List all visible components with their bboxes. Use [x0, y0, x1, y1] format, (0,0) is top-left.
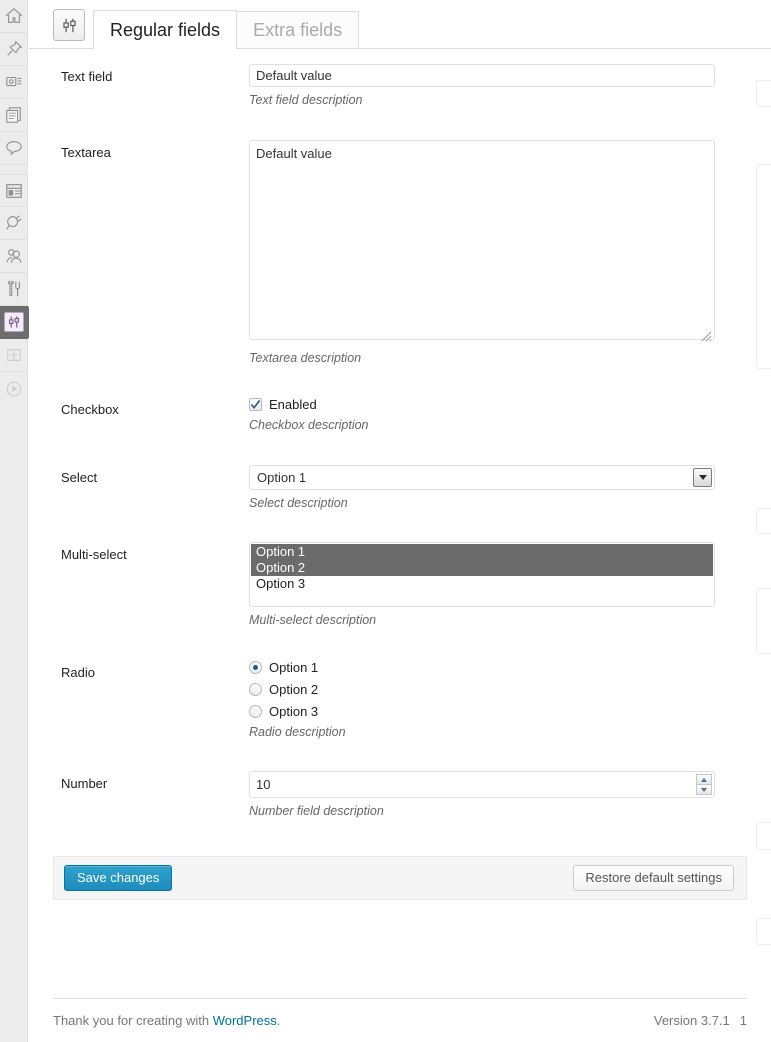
radio-row[interactable]: Option 2 [249, 682, 761, 697]
footer-thanks-prefix: Thank you for creating with [53, 1013, 213, 1028]
footer-right: Version 3.7.1 1 [654, 1013, 747, 1028]
radio-option-2[interactable] [249, 682, 262, 696]
multiselect-option[interactable]: Option 3 [251, 576, 713, 592]
radio-option-label: Option 3 [269, 703, 319, 719]
radio-row[interactable]: Option 3 [249, 704, 761, 719]
form-row-select: Select Option 1 Select description [29, 450, 771, 528]
checkbox-enabled[interactable] [249, 398, 262, 411]
checkbox-option-label: Enabled [269, 397, 317, 412]
restore-defaults-button[interactable]: Restore default settings [573, 864, 734, 891]
description-select: Select description [249, 495, 348, 510]
footer-extra: 1 [739, 1013, 747, 1028]
pin-posts-icon [5, 40, 23, 58]
multiselect-listbox[interactable]: Option 1 Option 2 Option 3 [249, 542, 715, 607]
sidebar-item-users[interactable] [0, 240, 28, 273]
sidebar-item-play[interactable] [0, 372, 28, 405]
number-stepper[interactable] [696, 774, 712, 795]
tab-label: Regular fields [110, 19, 221, 40]
sidebar-item-media[interactable] [0, 66, 28, 99]
sidebar-item-comments[interactable] [0, 132, 28, 165]
checkmark-icon [250, 399, 261, 410]
tab-regular-fields[interactable]: Regular fields [93, 10, 238, 49]
form-row-checkbox: Checkbox Enabled Checkbox description [29, 382, 771, 450]
stepper-up-icon[interactable] [696, 774, 712, 784]
settings-tab-bar: Regular fields Extra fields [29, 0, 771, 49]
offscreen-field-edge [756, 918, 771, 945]
users-people-icon [5, 247, 23, 265]
radio-option-label: Option 2 [269, 681, 319, 697]
dashboard-home-icon [5, 7, 23, 25]
form-row-number: Number Number field description [29, 756, 771, 836]
multiselect-option[interactable]: Option 1 [251, 544, 713, 560]
media-camera-icon [5, 73, 23, 91]
save-changes-button[interactable]: Save changes [64, 864, 173, 891]
description-radio: Radio description [249, 724, 346, 739]
label-text-field: Text field [61, 69, 113, 84]
description-textarea: Textarea description [249, 350, 362, 365]
checkbox-row[interactable]: Enabled [249, 397, 761, 412]
label-textarea: Textarea [61, 144, 111, 160]
radio-row[interactable]: Option 1 [249, 660, 761, 675]
form-row-radio: Radio Option 1 Option 2 Option 3 Radio d… [29, 645, 771, 757]
label-checkbox: Checkbox [61, 402, 119, 417]
form-row-multiselect: Multi-select Option 1 Option 2 Option 3 … [29, 527, 771, 645]
footer-thanks-suffix: . [276, 1013, 281, 1028]
sidebar-item-collapse[interactable] [0, 339, 28, 372]
sidebar-item-dashboard[interactable] [0, 0, 28, 33]
tab-extra-fields[interactable]: Extra fields [236, 11, 360, 48]
number-field-wrapper [249, 771, 715, 798]
form-action-bar: Save changes Restore default settings [53, 855, 747, 900]
textarea-wrapper: Default value [249, 139, 715, 345]
description-multiselect: Multi-select description [249, 613, 377, 627]
sidebar-divider [0, 165, 28, 174]
description-checkbox: Checkbox description [249, 418, 369, 432]
admin-footer: Thank you for creating with WordPress. V… [53, 998, 747, 1042]
comments-bubble-icon [5, 139, 23, 157]
wordpress-admin-screen: Regular fields Extra fields Text field T… [0, 0, 771, 1042]
collapse-panel-icon [5, 346, 23, 364]
radio-option-3[interactable] [249, 704, 262, 718]
stepper-down-icon[interactable] [696, 784, 712, 795]
multiselect-option[interactable]: Option 2 [251, 560, 713, 576]
sidebar-item-posts[interactable] [0, 33, 28, 66]
number-field-input[interactable] [249, 771, 715, 798]
pages-documents-icon [5, 106, 23, 124]
radio-option-label: Option 1 [269, 659, 319, 675]
sidebar-item-plugins[interactable] [0, 207, 28, 240]
sidebar-item-appearance[interactable] [0, 174, 28, 207]
footer-version: Version 3.7.1 [653, 1013, 730, 1028]
label-radio: Radio [61, 664, 95, 680]
settings-sliders-icon [4, 312, 24, 332]
label-number: Number [61, 776, 108, 791]
text-field-input[interactable] [249, 64, 715, 87]
admin-body: Regular fields Extra fields Text field T… [29, 0, 771, 1042]
description-text-field: Text field description [249, 93, 363, 107]
select-dropdown[interactable]: Option 1 [249, 464, 715, 490]
select-selected-value: Option 1 [257, 469, 307, 485]
form-row-textarea: Textarea Default value Textarea descript… [29, 125, 771, 383]
textarea-input[interactable]: Default value [249, 139, 715, 340]
description-number: Number field description [249, 804, 384, 818]
settings-form: Text field Text field description Textar… [29, 49, 771, 836]
radio-option-1[interactable] [249, 660, 262, 674]
wordpress-link[interactable]: WordPress [213, 1013, 277, 1028]
admin-sidebar [0, 0, 38, 1042]
chevron-down-icon[interactable] [693, 467, 712, 487]
form-table: Text field Text field description Textar… [29, 49, 771, 836]
form-row-text-field: Text field Text field description [29, 49, 771, 125]
label-select: Select [61, 469, 98, 485]
play-circle-icon [5, 380, 23, 398]
label-multiselect: Multi-select [61, 547, 127, 562]
appearance-layout-icon [5, 182, 23, 200]
tab-label: Extra fields [253, 19, 343, 40]
sidebar-item-pages[interactable] [0, 99, 28, 132]
plugins-plug-icon [5, 214, 23, 232]
sidebar-item-tools[interactable] [0, 273, 28, 306]
footer-thanks: Thank you for creating with WordPress. [53, 1013, 280, 1028]
tools-hammer-icon [5, 280, 23, 298]
settings-sliders-icon [53, 9, 85, 41]
sidebar-item-settings[interactable] [0, 306, 38, 339]
